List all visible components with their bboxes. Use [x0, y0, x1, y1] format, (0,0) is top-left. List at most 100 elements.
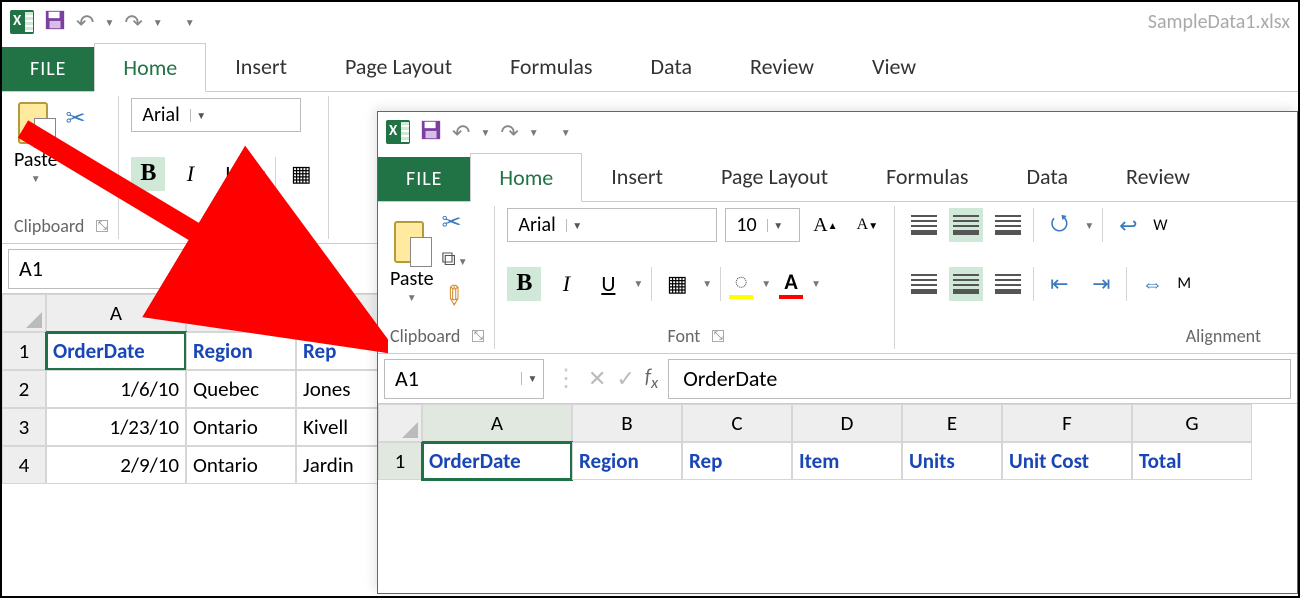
tab-view[interactable]: View: [843, 42, 945, 91]
cancel-icon[interactable]: ✕: [588, 365, 606, 392]
col-header-F[interactable]: F: [1002, 404, 1132, 442]
customize-qat-icon[interactable]: ▼: [185, 16, 195, 29]
bold-button[interactable]: B: [507, 267, 541, 301]
tab-home[interactable]: Home: [94, 43, 206, 92]
cell-D1[interactable]: Item: [792, 442, 902, 480]
borders-button[interactable]: ▦: [284, 157, 318, 191]
cell-B1[interactable]: Region: [572, 442, 682, 480]
cut-icon[interactable]: ✂: [442, 208, 468, 237]
paste-dropdown-icon[interactable]: ▼: [31, 172, 41, 185]
decrease-indent-icon[interactable]: ⇤: [1042, 267, 1076, 301]
tab-formulas[interactable]: Formulas: [857, 152, 997, 201]
font-color-icon[interactable]: A: [784, 268, 797, 295]
col-header-E[interactable]: E: [902, 404, 1002, 442]
borders-button[interactable]: ▦: [660, 267, 694, 301]
fill-color-icon[interactable]: ◌: [735, 268, 748, 295]
cell-A3[interactable]: 1/23/10: [46, 408, 186, 446]
tab-page-layout[interactable]: Page Layout: [316, 42, 481, 91]
font-size-combo[interactable]: 10▼: [725, 208, 800, 242]
name-box[interactable]: A1▼: [8, 249, 198, 289]
cut-icon[interactable]: ✂: [66, 104, 88, 133]
col-header-B[interactable]: B: [186, 294, 296, 332]
tab-file[interactable]: FILE: [378, 157, 470, 201]
fill-color-dropdown-icon[interactable]: ▼: [761, 277, 771, 290]
paste-button[interactable]: Paste: [390, 267, 434, 291]
save-icon[interactable]: [44, 9, 66, 36]
borders-dropdown-icon[interactable]: ▼: [702, 277, 712, 290]
decrease-font-icon[interactable]: A▼: [850, 208, 884, 242]
cell-A4[interactable]: 2/9/10: [46, 446, 186, 484]
orientation-dropdown-icon[interactable]: ▼: [1084, 219, 1094, 232]
cell-B4[interactable]: Ontario: [186, 446, 296, 484]
row-header-3[interactable]: 3: [2, 408, 46, 446]
cell-G1[interactable]: Total: [1132, 442, 1252, 480]
merge-center-icon[interactable]: ⇔: [1135, 267, 1169, 301]
copy-icon[interactable]: ⧉▼: [442, 247, 468, 271]
tab-page-layout[interactable]: Page Layout: [692, 152, 857, 201]
increase-indent-icon[interactable]: ⇥: [1084, 267, 1118, 301]
save-icon[interactable]: [420, 119, 442, 146]
underline-button[interactable]: U: [591, 267, 625, 301]
col-header-C[interactable]: C: [296, 294, 380, 332]
tab-insert[interactable]: Insert: [582, 152, 692, 201]
enter-icon[interactable]: ✓: [616, 365, 634, 392]
row-header-1[interactable]: 1: [378, 442, 422, 480]
redo-icon[interactable]: ↷: [500, 119, 518, 146]
redo-icon[interactable]: ↷: [124, 9, 142, 36]
tab-file[interactable]: FILE: [2, 47, 94, 91]
increase-font-icon[interactable]: A▲: [808, 208, 842, 242]
tab-home[interactable]: Home: [470, 153, 582, 202]
customize-qat-icon[interactable]: ▼: [561, 126, 571, 139]
undo-dropdown-icon[interactable]: ▼: [480, 126, 490, 139]
formula-input[interactable]: OrderDate: [668, 359, 1291, 399]
tab-data[interactable]: Data: [622, 42, 722, 91]
cell-E1[interactable]: Units: [902, 442, 1002, 480]
insert-function-icon[interactable]: fx: [645, 365, 658, 393]
select-all-corner[interactable]: [2, 294, 46, 332]
cell-B3[interactable]: Ontario: [186, 408, 296, 446]
cell-A2[interactable]: 1/6/10: [46, 370, 186, 408]
tab-review[interactable]: Review: [1097, 152, 1219, 201]
align-left-icon[interactable]: [907, 267, 941, 301]
col-header-B[interactable]: B: [572, 404, 682, 442]
align-middle-icon[interactable]: [949, 208, 983, 242]
cell-C1[interactable]: Rep: [682, 442, 792, 480]
tab-review[interactable]: Review: [721, 42, 843, 91]
cell-A1[interactable]: OrderDate: [46, 332, 186, 370]
cell-B2[interactable]: Quebec: [186, 370, 296, 408]
font-name-combo[interactable]: Arial▼: [131, 98, 301, 132]
bold-button[interactable]: B: [131, 157, 165, 191]
align-center-icon[interactable]: [949, 267, 983, 301]
cell-C3[interactable]: Kivell: [296, 408, 380, 446]
col-header-C[interactable]: C: [682, 404, 792, 442]
col-header-A[interactable]: A: [422, 404, 572, 442]
cell-C4[interactable]: Jardin: [296, 446, 380, 484]
clipboard-dialog-launcher-icon[interactable]: ⤡: [472, 330, 484, 342]
font-color-dropdown-icon[interactable]: ▼: [811, 277, 821, 290]
align-bottom-icon[interactable]: [991, 208, 1025, 242]
format-painter-icon[interactable]: ✎: [57, 144, 95, 182]
underline-button[interactable]: U: [215, 157, 249, 191]
undo-dropdown-icon[interactable]: ▼: [104, 16, 114, 29]
underline-dropdown-icon[interactable]: ▼: [257, 167, 267, 180]
row-header-2[interactable]: 2: [2, 370, 46, 408]
paste-dropdown-icon[interactable]: ▼: [407, 291, 417, 304]
paste-icon[interactable]: [392, 217, 432, 267]
format-painter-icon[interactable]: ✎: [434, 276, 475, 317]
align-right-icon[interactable]: [991, 267, 1025, 301]
row-header-4[interactable]: 4: [2, 446, 46, 484]
undo-icon[interactable]: ↶: [452, 119, 470, 146]
name-box[interactable]: A1▼: [384, 359, 544, 399]
orientation-icon[interactable]: ⭯: [1042, 208, 1076, 242]
font-name-combo[interactable]: Arial▼: [507, 208, 717, 242]
align-top-icon[interactable]: [907, 208, 941, 242]
paste-button[interactable]: Paste: [14, 148, 58, 172]
cell-C1[interactable]: Rep: [296, 332, 380, 370]
cell-F1[interactable]: Unit Cost: [1002, 442, 1132, 480]
wrap-text-icon[interactable]: ↩: [1111, 208, 1145, 242]
spreadsheet-grid[interactable]: A B C D E F G 1 OrderDate Region Rep Ite…: [378, 404, 1297, 480]
clipboard-dialog-launcher-icon[interactable]: ⤡: [96, 220, 108, 232]
cancel-icon[interactable]: ✕: [242, 255, 260, 282]
select-all-corner[interactable]: [378, 404, 422, 442]
italic-button[interactable]: I: [549, 267, 583, 301]
